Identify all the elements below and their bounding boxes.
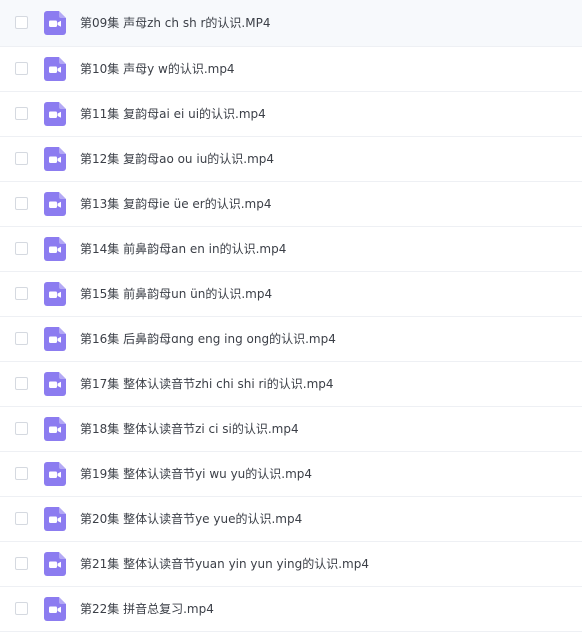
file-row[interactable]: 第09集 声母zh ch sh r的认识.MP4 (0, 0, 582, 47)
video-file-icon (44, 552, 66, 576)
row-checkbox[interactable] (15, 107, 28, 120)
file-name[interactable]: 第21集 整体认读音节yuan yin yun ying的认识.mp4 (80, 556, 369, 572)
video-file-icon (44, 462, 66, 486)
row-checkbox[interactable] (15, 602, 28, 615)
file-row[interactable]: 第22集 拼音总复习.mp4 (0, 587, 582, 632)
row-checkbox[interactable] (15, 242, 28, 255)
video-file-icon (44, 57, 66, 81)
video-file-icon (44, 372, 66, 396)
file-name[interactable]: 第20集 整体认读音节ye yue的认识.mp4 (80, 511, 302, 527)
file-list: 第09集 声母zh ch sh r的认识.MP4 第10集 声母y w的认识.m… (0, 0, 582, 633)
file-name[interactable]: 第16集 后鼻韵母ɑng eng ing ong的认识.mp4 (80, 331, 336, 347)
file-row[interactable]: 第11集 复韵母ai ei ui的认识.mp4 (0, 92, 582, 137)
row-checkbox[interactable] (15, 467, 28, 480)
video-file-icon (44, 417, 66, 441)
row-checkbox[interactable] (15, 377, 28, 390)
file-row[interactable]: 第18集 整体认读音节zi ci si的认识.mp4 (0, 407, 582, 452)
file-name[interactable]: 第10集 声母y w的认识.mp4 (80, 61, 235, 77)
row-checkbox[interactable] (15, 62, 28, 75)
file-name[interactable]: 第13集 复韵母ie üe er的认识.mp4 (80, 196, 272, 212)
file-row[interactable]: 第10集 声母y w的认识.mp4 (0, 47, 582, 92)
file-row[interactable]: 第16集 后鼻韵母ɑng eng ing ong的认识.mp4 (0, 317, 582, 362)
video-file-icon (44, 192, 66, 216)
row-checkbox[interactable] (15, 332, 28, 345)
file-name[interactable]: 第12集 复韵母ao ou iu的认识.mp4 (80, 151, 274, 167)
row-checkbox[interactable] (15, 16, 28, 29)
row-checkbox[interactable] (15, 197, 28, 210)
video-file-icon (44, 327, 66, 351)
video-file-icon (44, 147, 66, 171)
video-file-icon (44, 597, 66, 621)
file-row[interactable]: 第21集 整体认读音节yuan yin yun ying的认识.mp4 (0, 542, 582, 587)
row-checkbox[interactable] (15, 422, 28, 435)
file-name[interactable]: 第17集 整体认读音节zhi chi shi ri的认识.mp4 (80, 376, 334, 392)
row-checkbox[interactable] (15, 557, 28, 570)
video-file-icon (44, 507, 66, 531)
file-name[interactable]: 第14集 前鼻韵母an en in的认识.mp4 (80, 241, 286, 257)
file-name[interactable]: 第15集 前鼻韵母un ün的认识.mp4 (80, 286, 272, 302)
file-row[interactable]: 第13集 复韵母ie üe er的认识.mp4 (0, 182, 582, 227)
video-file-icon (44, 282, 66, 306)
row-checkbox[interactable] (15, 152, 28, 165)
file-name[interactable]: 第18集 整体认读音节zi ci si的认识.mp4 (80, 421, 299, 437)
file-name[interactable]: 第19集 整体认读音节yi wu yu的认识.mp4 (80, 466, 312, 482)
video-file-icon (44, 102, 66, 126)
file-row[interactable]: 第14集 前鼻韵母an en in的认识.mp4 (0, 227, 582, 272)
file-row[interactable]: 第20集 整体认读音节ye yue的认识.mp4 (0, 497, 582, 542)
file-row[interactable]: 第17集 整体认读音节zhi chi shi ri的认识.mp4 (0, 362, 582, 407)
row-checkbox[interactable] (15, 287, 28, 300)
file-name[interactable]: 第22集 拼音总复习.mp4 (80, 601, 214, 617)
video-file-icon (44, 11, 66, 35)
file-row[interactable]: 第19集 整体认读音节yi wu yu的认识.mp4 (0, 452, 582, 497)
row-checkbox[interactable] (15, 512, 28, 525)
file-row[interactable]: 第15集 前鼻韵母un ün的认识.mp4 (0, 272, 582, 317)
file-name[interactable]: 第09集 声母zh ch sh r的认识.MP4 (80, 15, 270, 31)
video-file-icon (44, 237, 66, 261)
file-row[interactable]: 第12集 复韵母ao ou iu的认识.mp4 (0, 137, 582, 182)
file-name[interactable]: 第11集 复韵母ai ei ui的认识.mp4 (80, 106, 266, 122)
